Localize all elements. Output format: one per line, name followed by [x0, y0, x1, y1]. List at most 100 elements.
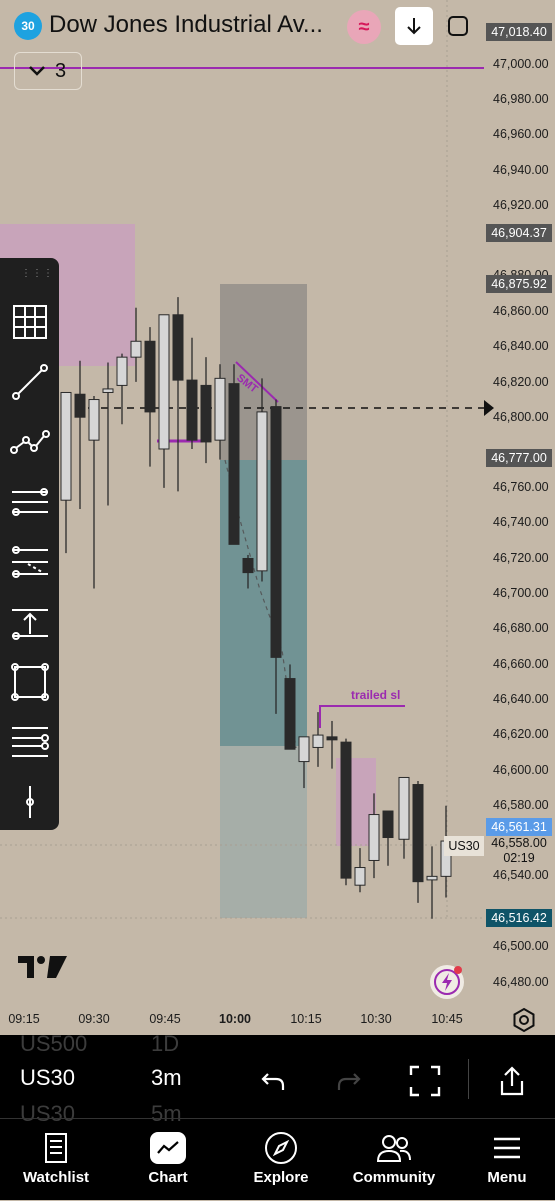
menu-icon	[494, 1137, 520, 1159]
candle-body[interactable]	[340, 741, 352, 879]
time-tick: 10:45	[431, 1012, 463, 1026]
candle-body[interactable]	[298, 736, 310, 763]
vertical-line-tool-button[interactable]	[8, 780, 52, 824]
candle-body[interactable]	[354, 867, 366, 886]
horizontal-lines-tool-button[interactable]	[8, 720, 52, 764]
price-label-last: 46,558.00 02:19	[486, 836, 552, 866]
candle-body[interactable]	[144, 340, 156, 413]
candle-body[interactable]	[312, 734, 324, 748]
candle-body[interactable]	[382, 810, 394, 839]
trendline-tool-button[interactable]	[8, 360, 52, 404]
redo-button[interactable]	[329, 1061, 369, 1101]
fullscreen-chart-button[interactable]	[405, 1061, 445, 1101]
price-label-zone-top[interactable]: 46,904.37	[486, 224, 552, 242]
fib-tool-button[interactable]	[8, 480, 52, 524]
notification-dot	[454, 966, 462, 974]
drawing-toolbar: ⋮⋮⋮	[0, 258, 59, 830]
short-position-extension[interactable]	[220, 746, 307, 918]
candle-body[interactable]	[200, 384, 212, 443]
symbol-picker-current[interactable]: US30	[20, 1065, 75, 1091]
arrow-down-button[interactable]	[395, 7, 433, 45]
trailed-sl-line[interactable]	[319, 705, 405, 728]
trailed-sl-label: trailed sl	[351, 688, 400, 702]
candle-body[interactable]	[270, 406, 282, 658]
nav-label: Chart	[148, 1169, 188, 1186]
chart-area[interactable]: SMT trailed sl 30 Dow Jones Industrial A…	[0, 0, 555, 1035]
price-tick: 46,860.00	[493, 304, 549, 318]
watchlist-icon	[45, 1133, 67, 1163]
last-price: 46,558.00	[491, 836, 547, 850]
candle-body[interactable]	[398, 776, 410, 840]
fib-icon	[12, 488, 48, 516]
projection-icon	[12, 609, 48, 640]
price-tick: 46,600.00	[493, 763, 549, 777]
symbol-title[interactable]: Dow Jones Industrial Av...	[49, 11, 323, 39]
candle-body[interactable]	[242, 557, 254, 574]
tradingview-logo-icon	[18, 956, 67, 978]
candle-body[interactable]	[172, 314, 184, 381]
divider	[468, 1059, 469, 1099]
undo-button[interactable]	[253, 1061, 293, 1101]
timeframe-picker-current[interactable]: 3m	[151, 1065, 182, 1091]
time-tick: 09:30	[78, 1012, 110, 1026]
candle-body[interactable]	[102, 388, 114, 393]
wave-icon[interactable]: ≈	[347, 10, 381, 44]
candle-body[interactable]	[60, 391, 72, 501]
candle-body[interactable]	[214, 377, 226, 441]
settings-button[interactable]	[511, 1007, 537, 1033]
fullscreen-icon	[448, 16, 468, 36]
candle-body[interactable]	[426, 875, 438, 881]
price-tick: 46,700.00	[493, 586, 549, 600]
price-tick: 46,620.00	[493, 727, 549, 741]
candle-body[interactable]	[116, 356, 128, 386]
drag-handle[interactable]: ⋮⋮⋮	[21, 268, 54, 279]
price-tick: 46,680.00	[493, 621, 549, 635]
fullscreen-button[interactable]	[439, 7, 477, 45]
price-tick: 46,640.00	[493, 692, 549, 706]
candle-body[interactable]	[368, 814, 380, 861]
nav-menu[interactable]: Menu	[457, 1129, 555, 1186]
symbol-picker-prev[interactable]: US500	[20, 1031, 87, 1057]
price-label-stop[interactable]: 46,875.92	[486, 275, 552, 293]
time-tick: 09:15	[8, 1012, 40, 1026]
nav-explore[interactable]: Explore	[231, 1129, 331, 1186]
candle-body[interactable]	[158, 314, 170, 450]
candle-body[interactable]	[130, 340, 142, 358]
candle-body[interactable]	[88, 399, 100, 441]
settings-icon	[513, 1007, 535, 1033]
candle-body[interactable]	[228, 383, 240, 545]
grid-tool-button[interactable]	[8, 300, 52, 344]
price-label-entry[interactable]: 46,777.00	[486, 449, 552, 467]
bar-countdown: 02:19	[503, 851, 535, 865]
lightning-button[interactable]	[430, 965, 464, 999]
time-tick: 09:45	[149, 1012, 181, 1026]
pitchfork-tool-button[interactable]	[8, 540, 52, 584]
candle-body[interactable]	[186, 379, 198, 441]
chevron-down-icon	[29, 66, 45, 76]
rectangle-tool-button[interactable]	[8, 660, 52, 704]
horizontal-lines-icon	[12, 727, 49, 757]
path-tool-button[interactable]	[8, 420, 52, 464]
share-button[interactable]	[492, 1061, 532, 1101]
candle-body[interactable]	[284, 678, 296, 750]
timeframe-picker-prev[interactable]: 1D	[151, 1031, 179, 1057]
candle-body[interactable]	[326, 736, 338, 741]
chart-canvas[interactable]: SMT trailed sl	[0, 0, 555, 1035]
nav-community[interactable]: Community	[344, 1129, 444, 1186]
drawings-dropdown[interactable]: 3	[14, 52, 82, 90]
arrow-down-icon	[407, 18, 421, 35]
nav-watchlist[interactable]: Watchlist	[6, 1129, 106, 1186]
bottom-navigation: Watchlist Chart Explore Community Menu	[0, 1118, 555, 1201]
projection-tool-button[interactable]	[8, 600, 52, 644]
time-tick: 10:00	[219, 1012, 251, 1026]
candle-body[interactable]	[256, 411, 268, 572]
symbol-badge[interactable]: 30	[14, 12, 42, 40]
price-label-high[interactable]: 47,018.40	[486, 23, 552, 41]
price-label-current[interactable]: 46,561.31	[486, 818, 552, 836]
price-label-low[interactable]: 46,516.42	[486, 909, 552, 927]
fullscreen-corners-icon	[409, 1065, 441, 1097]
nav-chart[interactable]: Chart	[118, 1129, 218, 1186]
candle-body[interactable]	[74, 393, 86, 418]
candle-body[interactable]	[412, 784, 424, 883]
share-icon	[500, 1066, 524, 1096]
